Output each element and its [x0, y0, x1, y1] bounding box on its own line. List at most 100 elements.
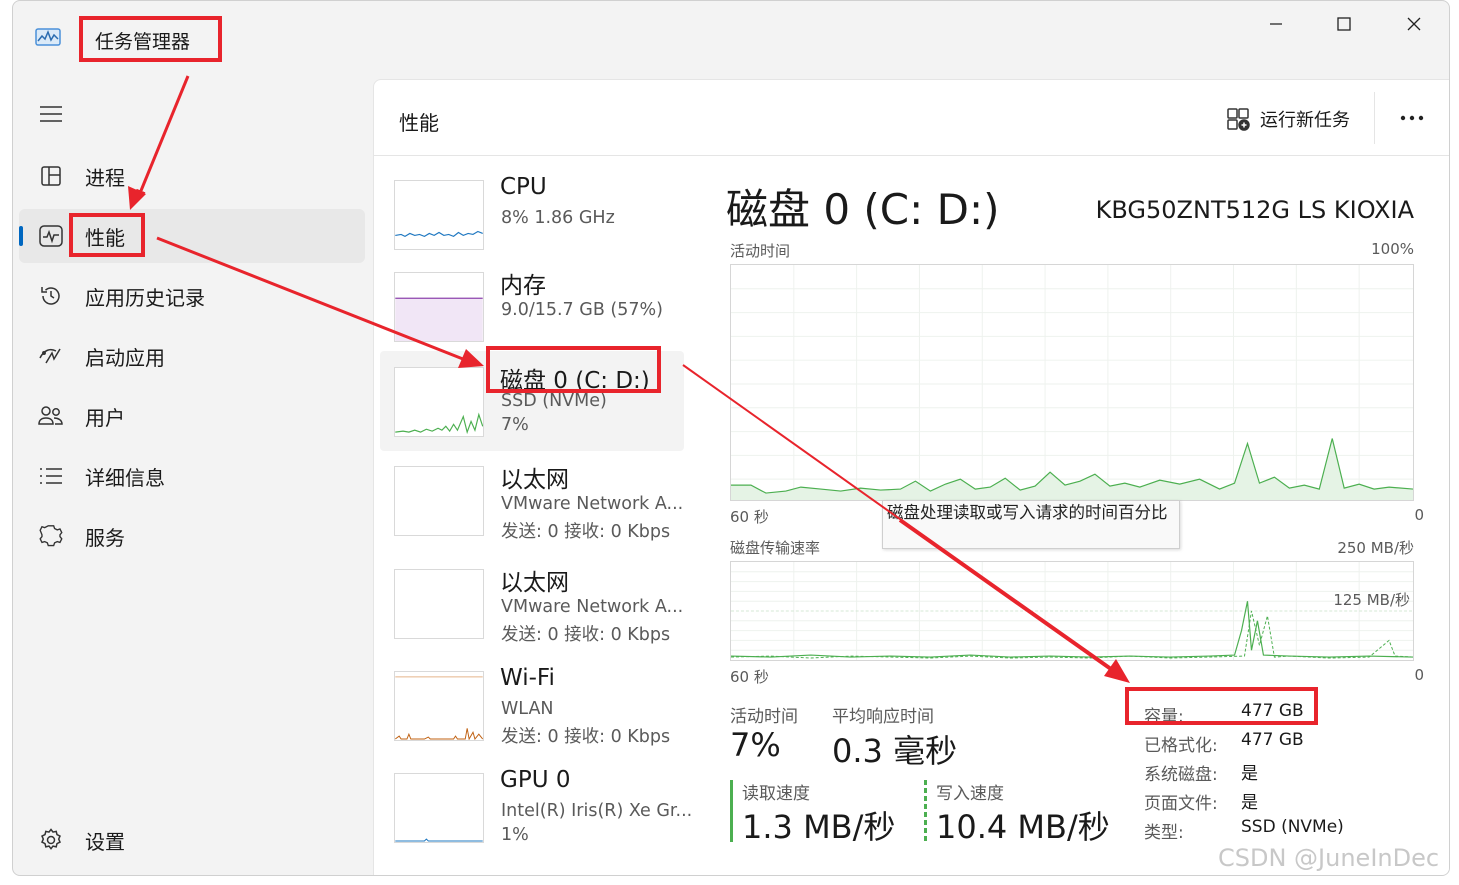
sidebar-item-details[interactable]: 详细信息	[19, 449, 365, 503]
device-gpu-0[interactable]: GPU 0 Intel(R) Iris(R) Xe Gr... 1%	[380, 763, 692, 863]
performance-icon	[37, 222, 65, 250]
read-speed-value: 1.3 MB/秒	[742, 808, 896, 846]
device-info: VMware Network A...	[501, 597, 684, 617]
maximize-icon	[1337, 17, 1351, 31]
sidebar-item-startup[interactable]: 启动应用	[19, 329, 365, 383]
write-speed-label: 写入速度	[936, 784, 1004, 804]
device-name: 以太网	[500, 570, 569, 596]
transfer-rate-graph-label: 磁盘传输速率	[730, 539, 821, 557]
page-file-value: 是	[1241, 793, 1258, 813]
device-usage: 1%	[501, 825, 529, 845]
device-throughput: 发送: 0 接收: 0 Kbps	[501, 727, 671, 747]
ethernet-thumbnail-graph	[394, 569, 484, 639]
more-options-button[interactable]	[1398, 100, 1428, 130]
system-disk-value: 是	[1241, 764, 1258, 784]
device-info: Intel(R) Iris(R) Xe Gr...	[501, 801, 693, 821]
device-ethernet-1[interactable]: 以太网 VMware Network A... 发送: 0 接收: 0 Kbps	[380, 456, 684, 556]
history-icon	[37, 282, 65, 310]
sidebar-item-app-history[interactable]: 应用历史记录	[19, 269, 365, 323]
avg-response-time-value: 0.3 毫秒	[832, 732, 958, 770]
type-value: SSD (NVMe)	[1241, 817, 1344, 837]
page-title: 性能	[399, 111, 439, 135]
cpu-thumbnail-graph	[394, 180, 484, 250]
read-speed-indicator	[730, 780, 733, 842]
active-indicator	[19, 226, 23, 246]
performance-panel: 性能 运行新任务 CPU 8% 1.86 GHz 内存 9.0/15.7 GB …	[373, 79, 1449, 875]
transfer-rate-graph-mid: 125 MB/秒	[1333, 591, 1410, 609]
sidebar-item-settings[interactable]: 设置	[19, 813, 365, 867]
device-name: 以太网	[500, 467, 569, 493]
startup-icon	[37, 342, 65, 370]
run-task-icon	[1227, 108, 1250, 131]
active-time-graph-min: 0	[1414, 506, 1424, 524]
sidebar-item-label: 详细信息	[85, 465, 165, 490]
device-name: GPU 0	[500, 767, 571, 793]
page-file-label: 页面文件:	[1144, 794, 1218, 814]
minimize-button[interactable]	[1253, 9, 1299, 39]
active-time-graph	[730, 264, 1414, 501]
settings-gear-icon	[37, 826, 65, 854]
active-time-graph-max: 100%	[1371, 240, 1414, 258]
disk-thumbnail-graph	[394, 367, 484, 437]
sidebar-item-services[interactable]: 服务	[19, 509, 365, 563]
ethernet-thumbnail-graph	[394, 466, 484, 536]
device-info: VMware Network A...	[501, 494, 684, 514]
device-usage: 7%	[501, 415, 529, 435]
transfer-rate-graph-duration: 60 秒	[730, 668, 769, 686]
transfer-rate-graph	[730, 561, 1414, 661]
transfer-rate-graph-max: 250 MB/秒	[1337, 539, 1414, 557]
sidebar-item-users[interactable]: 用户	[19, 389, 365, 443]
users-icon	[37, 402, 65, 430]
read-speed-label: 读取速度	[742, 784, 810, 804]
minimize-icon	[1270, 23, 1282, 25]
sidebar-item-label: 启动应用	[85, 345, 165, 370]
wifi-thumbnail-graph	[394, 671, 484, 741]
device-cpu[interactable]: CPU 8% 1.86 GHz	[380, 170, 684, 270]
hamburger-menu-button[interactable]	[19, 87, 79, 141]
device-type: SSD (NVMe)	[501, 391, 607, 411]
avg-response-time-label: 平均响应时间	[832, 707, 934, 727]
device-ethernet-2[interactable]: 以太网 VMware Network A... 发送: 0 接收: 0 Kbps	[380, 559, 684, 659]
disk-model: KBG50ZNT512G LS KIOXIA	[1095, 196, 1414, 224]
active-time-tooltip: 磁盘处理读取或写入请求的时间百分比	[882, 500, 1180, 549]
write-speed-value: 10.4 MB/秒	[936, 808, 1110, 846]
write-speed-indicator	[924, 780, 927, 842]
device-info: 9.0/15.7 GB (57%)	[501, 300, 663, 320]
annotation-box-title	[79, 16, 222, 62]
processes-icon	[37, 162, 65, 190]
type-label: 类型:	[1144, 823, 1184, 843]
device-name: CPU	[500, 174, 547, 200]
close-icon	[1407, 17, 1421, 31]
annotation-box-capacity	[1125, 687, 1318, 725]
formatted-value: 477 GB	[1241, 730, 1304, 750]
system-disk-label: 系统磁盘:	[1144, 765, 1218, 785]
sidebar-item-label: 应用历史记录	[85, 285, 205, 310]
details-icon	[37, 462, 65, 490]
device-throughput: 发送: 0 接收: 0 Kbps	[501, 625, 671, 645]
sidebar-item-label: 进程	[85, 165, 125, 190]
services-icon	[37, 522, 65, 550]
maximize-button[interactable]	[1321, 9, 1367, 39]
memory-thumbnail-graph	[394, 272, 484, 342]
device-info: 8% 1.86 GHz	[501, 208, 615, 228]
device-name: Wi-Fi	[500, 665, 555, 691]
formatted-label: 已格式化:	[1144, 736, 1218, 756]
run-task-label: 运行新任务	[1260, 110, 1350, 131]
header-divider	[1374, 92, 1375, 144]
device-wifi[interactable]: Wi-Fi WLAN 发送: 0 接收: 0 Kbps	[380, 661, 684, 761]
more-dots-icon	[1400, 115, 1424, 121]
sidebar-item-processes[interactable]: 进程	[19, 149, 365, 203]
close-button[interactable]	[1391, 9, 1437, 39]
sidebar-item-label: 服务	[85, 525, 125, 550]
sidebar-item-label: 用户	[85, 405, 125, 430]
device-throughput: 发送: 0 接收: 0 Kbps	[501, 522, 671, 542]
task-manager-app-icon	[35, 28, 61, 46]
active-time-label: 活动时间	[730, 707, 798, 727]
run-new-task-button[interactable]: 运行新任务	[1226, 104, 1350, 134]
device-info: WLAN	[501, 699, 554, 719]
hamburger-icon	[37, 100, 65, 128]
active-time-graph-duration: 60 秒	[730, 508, 769, 526]
panel-header: 性能 运行新任务	[374, 80, 1449, 156]
transfer-rate-graph-min: 0	[1414, 666, 1424, 684]
annotation-box-disk	[486, 346, 661, 393]
